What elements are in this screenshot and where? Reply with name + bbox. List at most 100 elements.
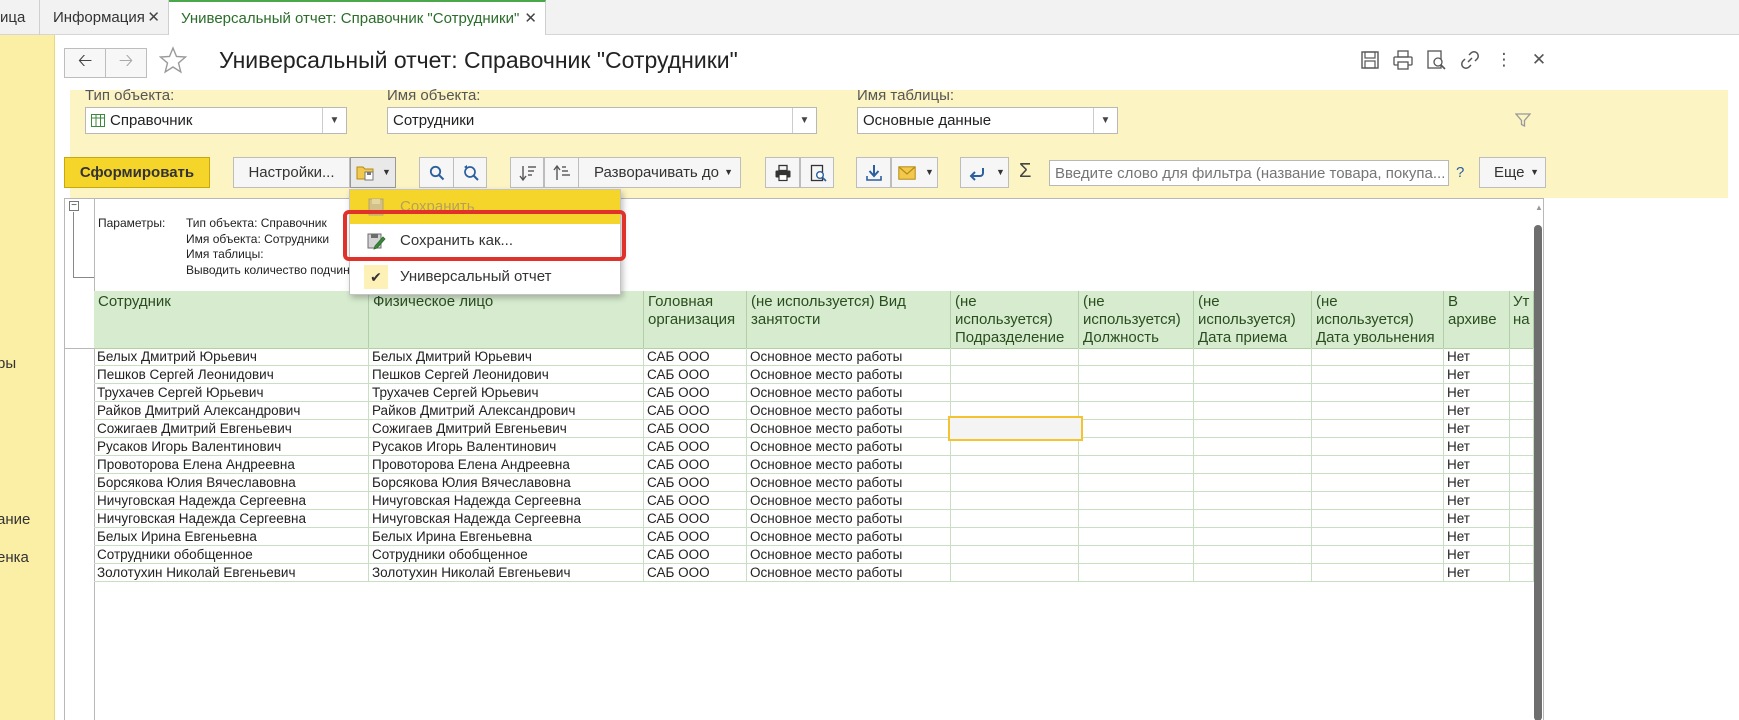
table-cell[interactable]: Нет [1444,402,1510,420]
table-cell[interactable]: САБ ООО [644,438,747,456]
table-cell[interactable]: САБ ООО [644,420,747,438]
table-cell[interactable]: Нет [1444,348,1510,366]
table-cell[interactable] [1312,492,1444,510]
table-cell[interactable] [1510,546,1534,564]
table-cell[interactable]: Провоторова Елена Андреевна [369,456,644,474]
more-button[interactable]: Еще ▼ [1479,157,1546,188]
column-header[interactable]: Головная организация [644,291,747,349]
object-type-select[interactable]: Справочник ▼ [85,107,347,134]
filter-icon[interactable] [1515,112,1531,128]
table-cell[interactable]: Основное место работы [747,384,951,402]
table-cell[interactable] [951,474,1079,492]
selected-cell[interactable] [948,416,1083,441]
chevron-down-icon[interactable]: ▼ [792,108,816,133]
table-cell[interactable] [1079,438,1194,456]
table-cell[interactable] [1079,366,1194,384]
column-header[interactable]: (не используется) Дата увольнения [1312,291,1444,349]
table-cell[interactable] [1194,456,1312,474]
table-cell[interactable] [1079,456,1194,474]
table-cell[interactable] [1510,384,1534,402]
table-cell[interactable] [1194,492,1312,510]
table-cell[interactable]: Райков Дмитрий Александрович [369,402,644,420]
collapse-toggle-icon[interactable]: − [69,201,79,211]
table-cell[interactable] [951,366,1079,384]
table-cell[interactable]: Основное место работы [747,402,951,420]
table-name-select[interactable]: Основные данные ▼ [857,107,1118,134]
reply-button[interactable]: ▼ [960,157,1009,188]
table-cell[interactable] [1194,420,1312,438]
settings-button[interactable]: Настройки... [233,157,350,188]
table-cell[interactable]: Ничуговская Надежда Сергеевна [94,510,369,528]
table-cell[interactable]: Белых Дмитрий Юрьевич [94,348,369,366]
table-cell[interactable]: САБ ООО [644,564,747,582]
table-cell[interactable]: Борсякова Юлия Вячеславовна [369,474,644,492]
table-cell[interactable]: Золотухин Николай Евгеньевич [94,564,369,582]
table-cell[interactable]: САБ ООО [644,456,747,474]
table-cell[interactable] [1312,546,1444,564]
table-cell[interactable] [951,492,1079,510]
table-cell[interactable]: САБ ООО [644,348,747,366]
table-cell[interactable] [1510,402,1534,420]
sort-ascending-button[interactable] [544,157,579,188]
print-button[interactable] [765,157,800,188]
table-cell[interactable]: Борсякова Юлия Вячеславовна [94,474,369,492]
tab-previous[interactable]: ица [0,0,40,35]
scroll-up-icon[interactable]: ▲ [1535,203,1543,212]
table-cell[interactable]: Основное место работы [747,528,951,546]
table-cell[interactable] [1312,456,1444,474]
table-cell[interactable]: Сожигаев Дмитрий Евгеньевич [369,420,644,438]
table-cell[interactable] [1194,384,1312,402]
table-cell[interactable]: САБ ООО [644,384,747,402]
table-cell[interactable]: Основное место работы [747,348,951,366]
table-cell[interactable] [951,546,1079,564]
sort-descending-button[interactable] [510,157,544,188]
column-header[interactable]: В архиве [1444,291,1510,349]
chevron-down-icon[interactable]: ▼ [1093,108,1117,133]
table-cell[interactable] [1312,348,1444,366]
forward-button[interactable]: 🡢 [105,48,147,78]
sidebar-item[interactable]: енка [0,549,29,566]
table-cell[interactable]: Трухачев Сергей Юрьевич [94,384,369,402]
table-cell[interactable] [1194,366,1312,384]
table-cell[interactable] [951,384,1079,402]
table-cell[interactable]: Нет [1444,456,1510,474]
table-cell[interactable] [1312,438,1444,456]
table-cell[interactable] [1510,474,1534,492]
table-cell[interactable] [951,456,1079,474]
table-cell[interactable] [1079,420,1194,438]
print-icon[interactable] [1392,49,1414,71]
table-cell[interactable] [1079,564,1194,582]
table-cell[interactable] [1312,366,1444,384]
table-cell[interactable]: Нет [1444,546,1510,564]
table-cell[interactable] [951,528,1079,546]
column-header[interactable]: Ут на [1510,291,1534,349]
close-icon[interactable]: ✕ [524,2,537,35]
table-cell[interactable] [1510,456,1534,474]
table-cell[interactable] [1510,564,1534,582]
table-cell[interactable]: Основное место работы [747,474,951,492]
table-cell[interactable] [1194,528,1312,546]
send-email-button[interactable]: ▼ [891,157,938,188]
generate-button[interactable]: Сформировать [64,157,210,188]
table-cell[interactable]: Белых Дмитрий Юрьевич [369,348,644,366]
table-cell[interactable]: Нет [1444,564,1510,582]
column-header[interactable]: (не используется) Дата приема [1194,291,1312,349]
table-cell[interactable]: САБ ООО [644,510,747,528]
table-cell[interactable]: Трухачев Сергей Юрьевич [369,384,644,402]
table-cell[interactable] [1079,384,1194,402]
filter-search-input[interactable] [1049,160,1449,186]
column-header[interactable]: (не используется) Должность [1079,291,1194,349]
table-cell[interactable]: САБ ООО [644,474,747,492]
table-cell[interactable]: Ничуговская Надежда Сергеевна [94,492,369,510]
table-cell[interactable] [1079,510,1194,528]
table-cell[interactable]: Основное место работы [747,510,951,528]
table-cell[interactable] [1312,384,1444,402]
table-cell[interactable]: Нет [1444,510,1510,528]
table-cell[interactable] [1312,564,1444,582]
table-cell[interactable] [1194,510,1312,528]
table-cell[interactable] [1312,510,1444,528]
table-cell[interactable] [1194,546,1312,564]
table-cell[interactable] [1510,438,1534,456]
table-cell[interactable] [1079,492,1194,510]
table-cell[interactable]: Нет [1444,474,1510,492]
